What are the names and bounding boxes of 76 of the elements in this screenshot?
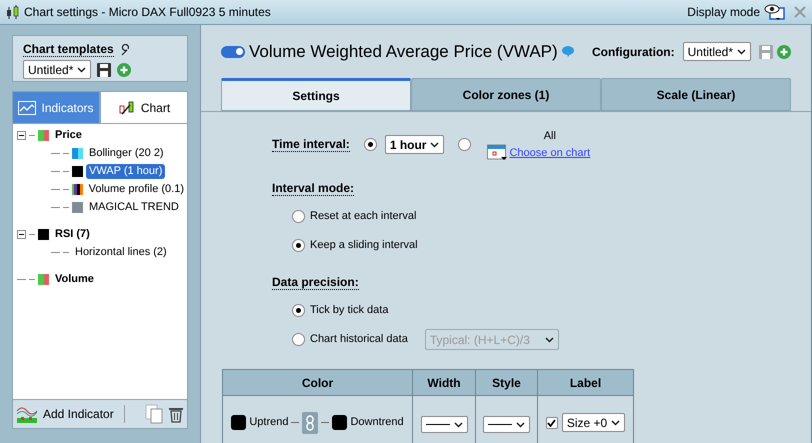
chart-wrench-icon [118, 100, 136, 116]
caret-icon [454, 422, 462, 428]
column-header: Width [412, 370, 476, 396]
all-caption: All [544, 129, 556, 144]
indicator-swatch-icon [72, 148, 83, 158]
uptrend-label: Uptrend [249, 415, 288, 430]
add-icon[interactable] [117, 62, 132, 76]
radio-button[interactable] [292, 210, 305, 223]
indicator-title: Volume Weighted Average Price (VWAP) [249, 40, 558, 63]
indicator-swatch-icon [72, 184, 83, 194]
panel-tab[interactable]: Chart [100, 91, 188, 124]
line-chart-icon [18, 100, 36, 114]
tree-item[interactable]: MAGICAL TREND [86, 200, 182, 214]
radio-button[interactable] [458, 138, 472, 151]
radio-button[interactable] [292, 333, 305, 346]
caret-icon [516, 422, 525, 428]
check-icon [547, 418, 556, 426]
tree-item[interactable]: Volume [52, 272, 97, 286]
tree-item[interactable]: RSI (7) [52, 226, 93, 242]
column-header: Color [222, 370, 412, 396]
tab[interactable]: Settings [221, 78, 411, 111]
copy-icon[interactable] [145, 404, 163, 424]
tab[interactable]: Color zones (1) [411, 78, 601, 111]
tab[interactable]: Scale (Linear) [601, 78, 791, 111]
column-header: Label [538, 370, 634, 396]
option-label: Keep a sliding interval [310, 238, 418, 254]
configuration-label: Configuration: [592, 44, 675, 60]
color-swatch[interactable] [231, 415, 246, 430]
indicator-icon [17, 405, 37, 423]
calendar-icon[interactable] [487, 143, 508, 161]
panel-tab[interactable]: Indicators [12, 91, 100, 124]
option-label: Tick by tick data [310, 303, 388, 318]
add-icon[interactable] [777, 44, 791, 58]
tree-item[interactable]: VWAP (1 hour) [86, 164, 166, 178]
caret-icon [544, 336, 554, 342]
radio-button[interactable] [364, 138, 377, 151]
link-toggle[interactable] [302, 412, 318, 434]
collapse-toggle[interactable] [17, 230, 26, 238]
add-indicator-button[interactable]: Add Indicator [43, 405, 114, 423]
section-label: Time interval: [272, 137, 350, 152]
radio-button[interactable] [292, 304, 305, 317]
caret-icon [430, 142, 440, 148]
line-dropdown[interactable] [483, 416, 530, 433]
radio-button[interactable] [292, 239, 305, 252]
window-title: Chart settings - Micro DAX Full0923 5 minutes [24, 4, 271, 21]
indicator-swatch-icon [38, 130, 49, 140]
choose-on-chart-link[interactable]: Choose on chart [509, 144, 590, 161]
dropdown[interactable]: Untitled* [682, 42, 751, 61]
dropdown[interactable]: Untitled* [23, 60, 92, 79]
downtrend-label: Downtrend [350, 415, 404, 430]
caret-icon [611, 420, 620, 426]
caret-icon [77, 66, 86, 72]
display-mode-label: Display mode [687, 4, 760, 21]
save-icon[interactable] [97, 62, 112, 76]
tree-item[interactable]: Bollinger (20 2) [86, 146, 167, 160]
section-label: Chart templates [23, 42, 114, 57]
tree-item[interactable]: Volume profile (0.1) [86, 182, 187, 196]
trash-icon[interactable] [169, 406, 183, 422]
color-swatch[interactable] [332, 415, 348, 430]
section-label: Interval mode: [272, 181, 354, 196]
candlestick-icon [6, 5, 20, 19]
dropdown[interactable]: 1 hour [384, 135, 444, 154]
tree-item[interactable]: Horizontal lines (2) [72, 244, 170, 260]
checkbox[interactable] [546, 416, 558, 428]
collapse-toggle[interactable] [17, 130, 26, 140]
caret-icon [737, 48, 746, 54]
option-label: Chart historical data [310, 332, 408, 348]
column-header: Style [476, 370, 538, 396]
section-label: Data precision: [272, 275, 359, 290]
toggle-switch[interactable] [221, 46, 245, 58]
indicator-swatch-icon [38, 274, 49, 284]
option-label: Reset at each interval [310, 209, 416, 224]
line-dropdown[interactable] [420, 416, 468, 433]
dropdown[interactable]: Size +0 [562, 413, 626, 432]
eye-icon[interactable] [764, 3, 786, 21]
tree-item[interactable]: Price [52, 128, 85, 142]
